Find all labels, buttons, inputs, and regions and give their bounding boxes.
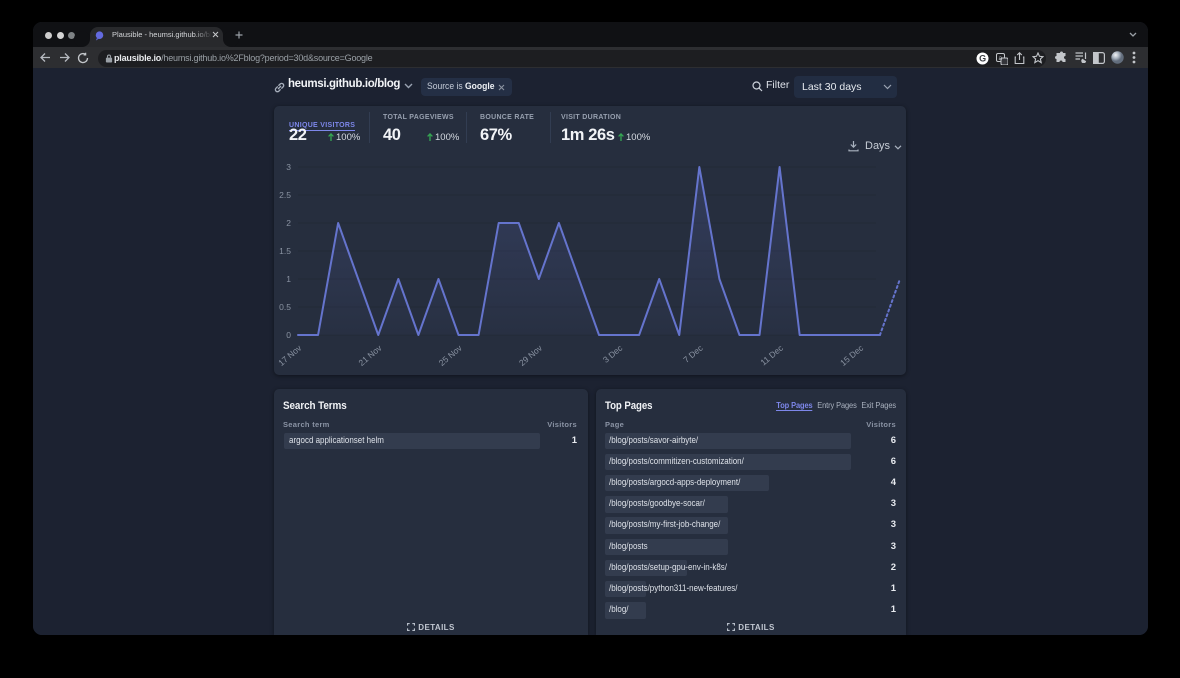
svg-text:7 Dec: 7 Dec <box>681 342 705 364</box>
svg-text:1: 1 <box>286 274 291 284</box>
svg-text:1.5: 1.5 <box>279 246 291 256</box>
svg-text:0.5: 0.5 <box>279 302 291 312</box>
svg-text:3: 3 <box>286 162 291 172</box>
svg-text:a: a <box>998 55 1002 62</box>
svg-text:15 Dec: 15 Dec <box>838 342 866 367</box>
svg-text:29 Nov: 29 Nov <box>517 342 545 367</box>
svg-text:17 Nov: 17 Nov <box>276 342 304 367</box>
svg-text:3 Dec: 3 Dec <box>601 342 625 364</box>
svg-text:2: 2 <box>286 218 291 228</box>
svg-text:21 Nov: 21 Nov <box>356 342 384 367</box>
svg-text:25 Nov: 25 Nov <box>437 342 465 367</box>
svg-text:0: 0 <box>286 330 291 340</box>
svg-text:G: G <box>979 53 986 63</box>
svg-text:11 Dec: 11 Dec <box>758 342 785 367</box>
svg-text:2.5: 2.5 <box>279 190 291 200</box>
